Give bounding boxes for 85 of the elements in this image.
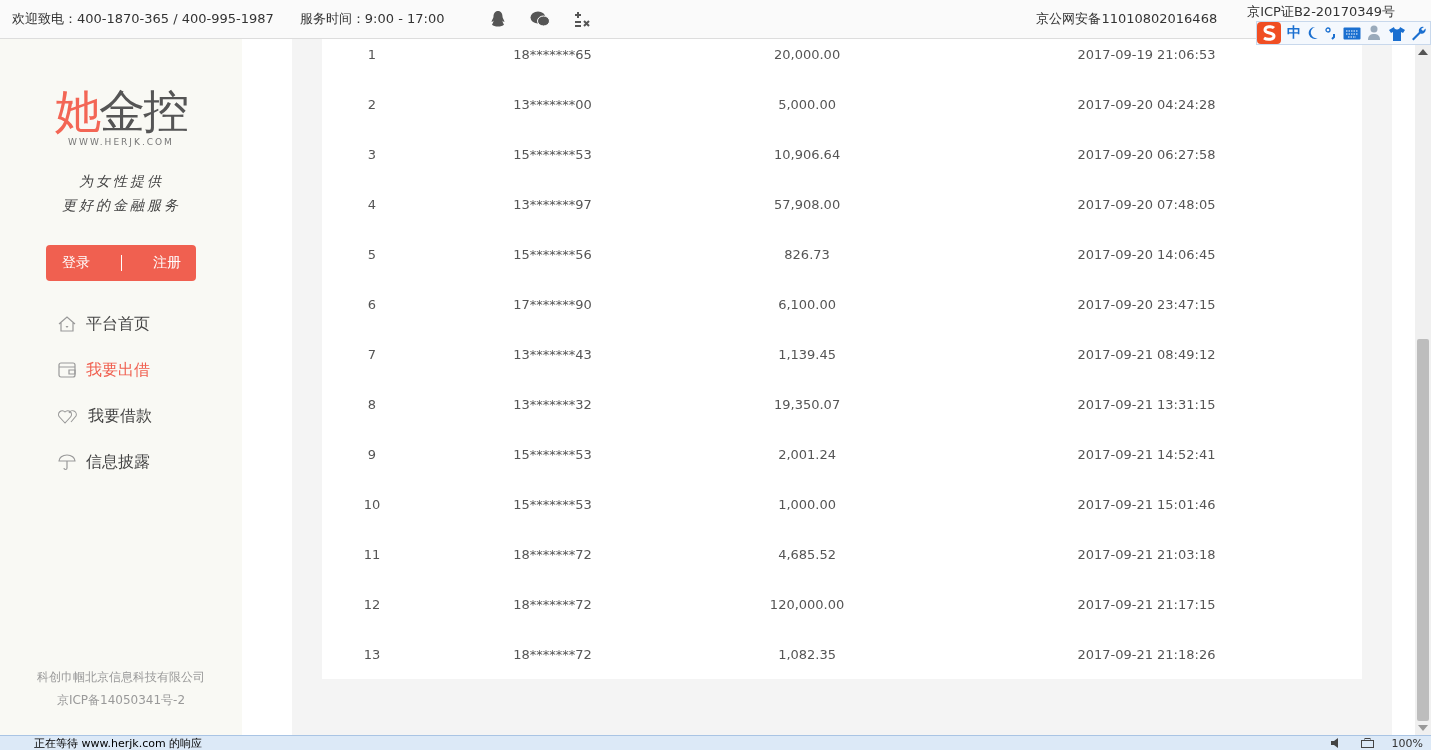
wrench-icon[interactable] — [1411, 25, 1426, 41]
zoom-level[interactable]: 100% — [1391, 736, 1423, 750]
table-cell-text: 1,000.00 — [777, 496, 837, 512]
table-cell-text: 4 — [366, 196, 378, 212]
scrollbar[interactable] — [1415, 45, 1431, 735]
icp-license-text: 京ICP证B2-20170349号 — [1247, 3, 1395, 21]
table-cell-text: 4,685.52 — [777, 546, 837, 562]
table-cell-text: 18*******72 — [512, 596, 593, 612]
table-cell-text: 2017-09-21 21:03:18 — [1076, 546, 1217, 562]
table-cell-text: 17*******90 — [512, 296, 593, 312]
table-cell-text: 826.73 — [783, 246, 831, 262]
logo[interactable]: 她金控 WWW.HERJK.COM — [55, 85, 187, 147]
table-cell-text: 8 — [366, 396, 378, 412]
table-cell-text: 2017-09-21 21:17:15 — [1076, 596, 1217, 612]
table-cell-text: 12 — [362, 596, 382, 612]
table-cell-text: 2017-09-20 06:27:58 — [1076, 146, 1217, 162]
table-cell-text: 15*******56 — [512, 246, 593, 262]
calculator-icon[interactable] — [574, 11, 591, 27]
table-cell-text: 120,000.00 — [768, 596, 846, 612]
table-cell-text: 15*******53 — [512, 446, 593, 462]
nav-item[interactable]: 信息披露 — [58, 449, 208, 475]
table-cell-text: 5 — [366, 246, 378, 262]
scrollbar-thumb[interactable] — [1417, 339, 1429, 721]
table-cell-text: 13*******32 — [512, 396, 593, 412]
briefcase-icon[interactable] — [1360, 738, 1374, 748]
punctuation-icon[interactable] — [1325, 26, 1337, 40]
table-cell-text: 2 — [366, 96, 378, 112]
table-cell-text: 3 — [366, 146, 378, 162]
table-cell-text: 57,908.00 — [773, 196, 842, 212]
table-cell-text: 2017-09-21 13:31:15 — [1076, 396, 1217, 412]
table-cell-text: 5,000.00 — [777, 96, 837, 112]
table-cell-text: 18*******72 — [512, 546, 593, 562]
table-cell-text: 15*******53 — [512, 146, 593, 162]
hearts-icon — [58, 407, 78, 425]
service-hours-text: 服务时间：9:00 - 17:00 — [299, 10, 445, 28]
house-icon — [58, 315, 76, 333]
table-cell-text: 15*******53 — [512, 496, 593, 512]
table-cell-text: 1,082.35 — [777, 646, 837, 662]
moon-icon[interactable] — [1307, 26, 1319, 40]
hotline-text: 欢迎致电：400-1870-365 / 400-995-1987 — [12, 10, 274, 28]
slogan-text: 更好的金融服务 — [61, 197, 181, 215]
table-cell-text: 2,001.24 — [777, 446, 837, 462]
table-cell-text: 13*******00 — [512, 96, 593, 112]
company-info-text: 科创巾帼北京信息科技有限公司 — [37, 669, 205, 686]
table-cell-text: 2017-09-21 08:49:12 — [1076, 346, 1217, 362]
slogan-text: 为女性提供 — [78, 173, 164, 191]
table-cell-text: 9 — [366, 446, 378, 462]
table-cell-text: 10,906.64 — [773, 146, 842, 162]
table-cell-text: 13*******97 — [512, 196, 593, 212]
wallet-icon — [58, 362, 76, 378]
table-cell-text: 6 — [366, 296, 378, 312]
table-cell-text: 2017-09-20 07:48:05 — [1076, 196, 1217, 212]
table-cell-text: 10 — [362, 496, 382, 512]
umbrella-icon — [58, 453, 76, 471]
table-cell-text: 7 — [366, 346, 378, 362]
table-cell-text: 2017-09-19 21:06:53 — [1076, 46, 1217, 62]
table-cell-text: 2017-09-20 04:24:28 — [1076, 96, 1217, 112]
nav-item[interactable]: 平台首页 — [58, 311, 208, 337]
table-cell-text: 13*******43 — [512, 346, 593, 362]
table-cell-text: 2017-09-21 21:18:26 — [1076, 646, 1217, 662]
table-cell-text: 1 — [366, 46, 378, 62]
table-cell-text: 2017-09-20 14:06:45 — [1076, 246, 1217, 262]
table-cell-text: 2017-09-21 15:01:46 — [1076, 496, 1217, 512]
table-cell-text: 18*******65 — [512, 46, 593, 62]
police-record-text: 京公网安备11010802016468 — [1036, 10, 1218, 28]
shirt-icon[interactable] — [1389, 25, 1405, 41]
ime-logo-icon[interactable] — [1257, 22, 1281, 44]
table-cell-text: 20,000.00 — [773, 46, 842, 62]
scroll-up-icon[interactable] — [1418, 49, 1428, 55]
table-cell-text: 19,350.07 — [773, 396, 842, 412]
input-mode-toggle[interactable]: 中 — [1287, 24, 1301, 42]
table-cell-text: 11 — [362, 546, 382, 562]
table-cell-text: 1,139.45 — [777, 346, 837, 362]
table-cell-text: 2017-09-20 23:47:15 — [1076, 296, 1217, 312]
scroll-down-icon[interactable] — [1418, 725, 1428, 731]
company-info-text: 京ICP备14050341号-2 — [56, 692, 186, 709]
table-cell-text: 6,100.00 — [777, 296, 837, 312]
table-cell-text: 18*******72 — [512, 646, 593, 662]
chat-bubbles-icon[interactable] — [530, 11, 551, 27]
penguin-icon[interactable] — [490, 10, 507, 28]
table-cell-text: 2017-09-21 14:52:41 — [1076, 446, 1217, 462]
nav-item[interactable]: 我要借款 — [58, 403, 208, 429]
keyboard-icon[interactable] — [1343, 26, 1361, 40]
table-cell-text: 13 — [362, 646, 382, 662]
status-text: 正在等待 www.herjk.com 的响应 — [34, 735, 203, 750]
